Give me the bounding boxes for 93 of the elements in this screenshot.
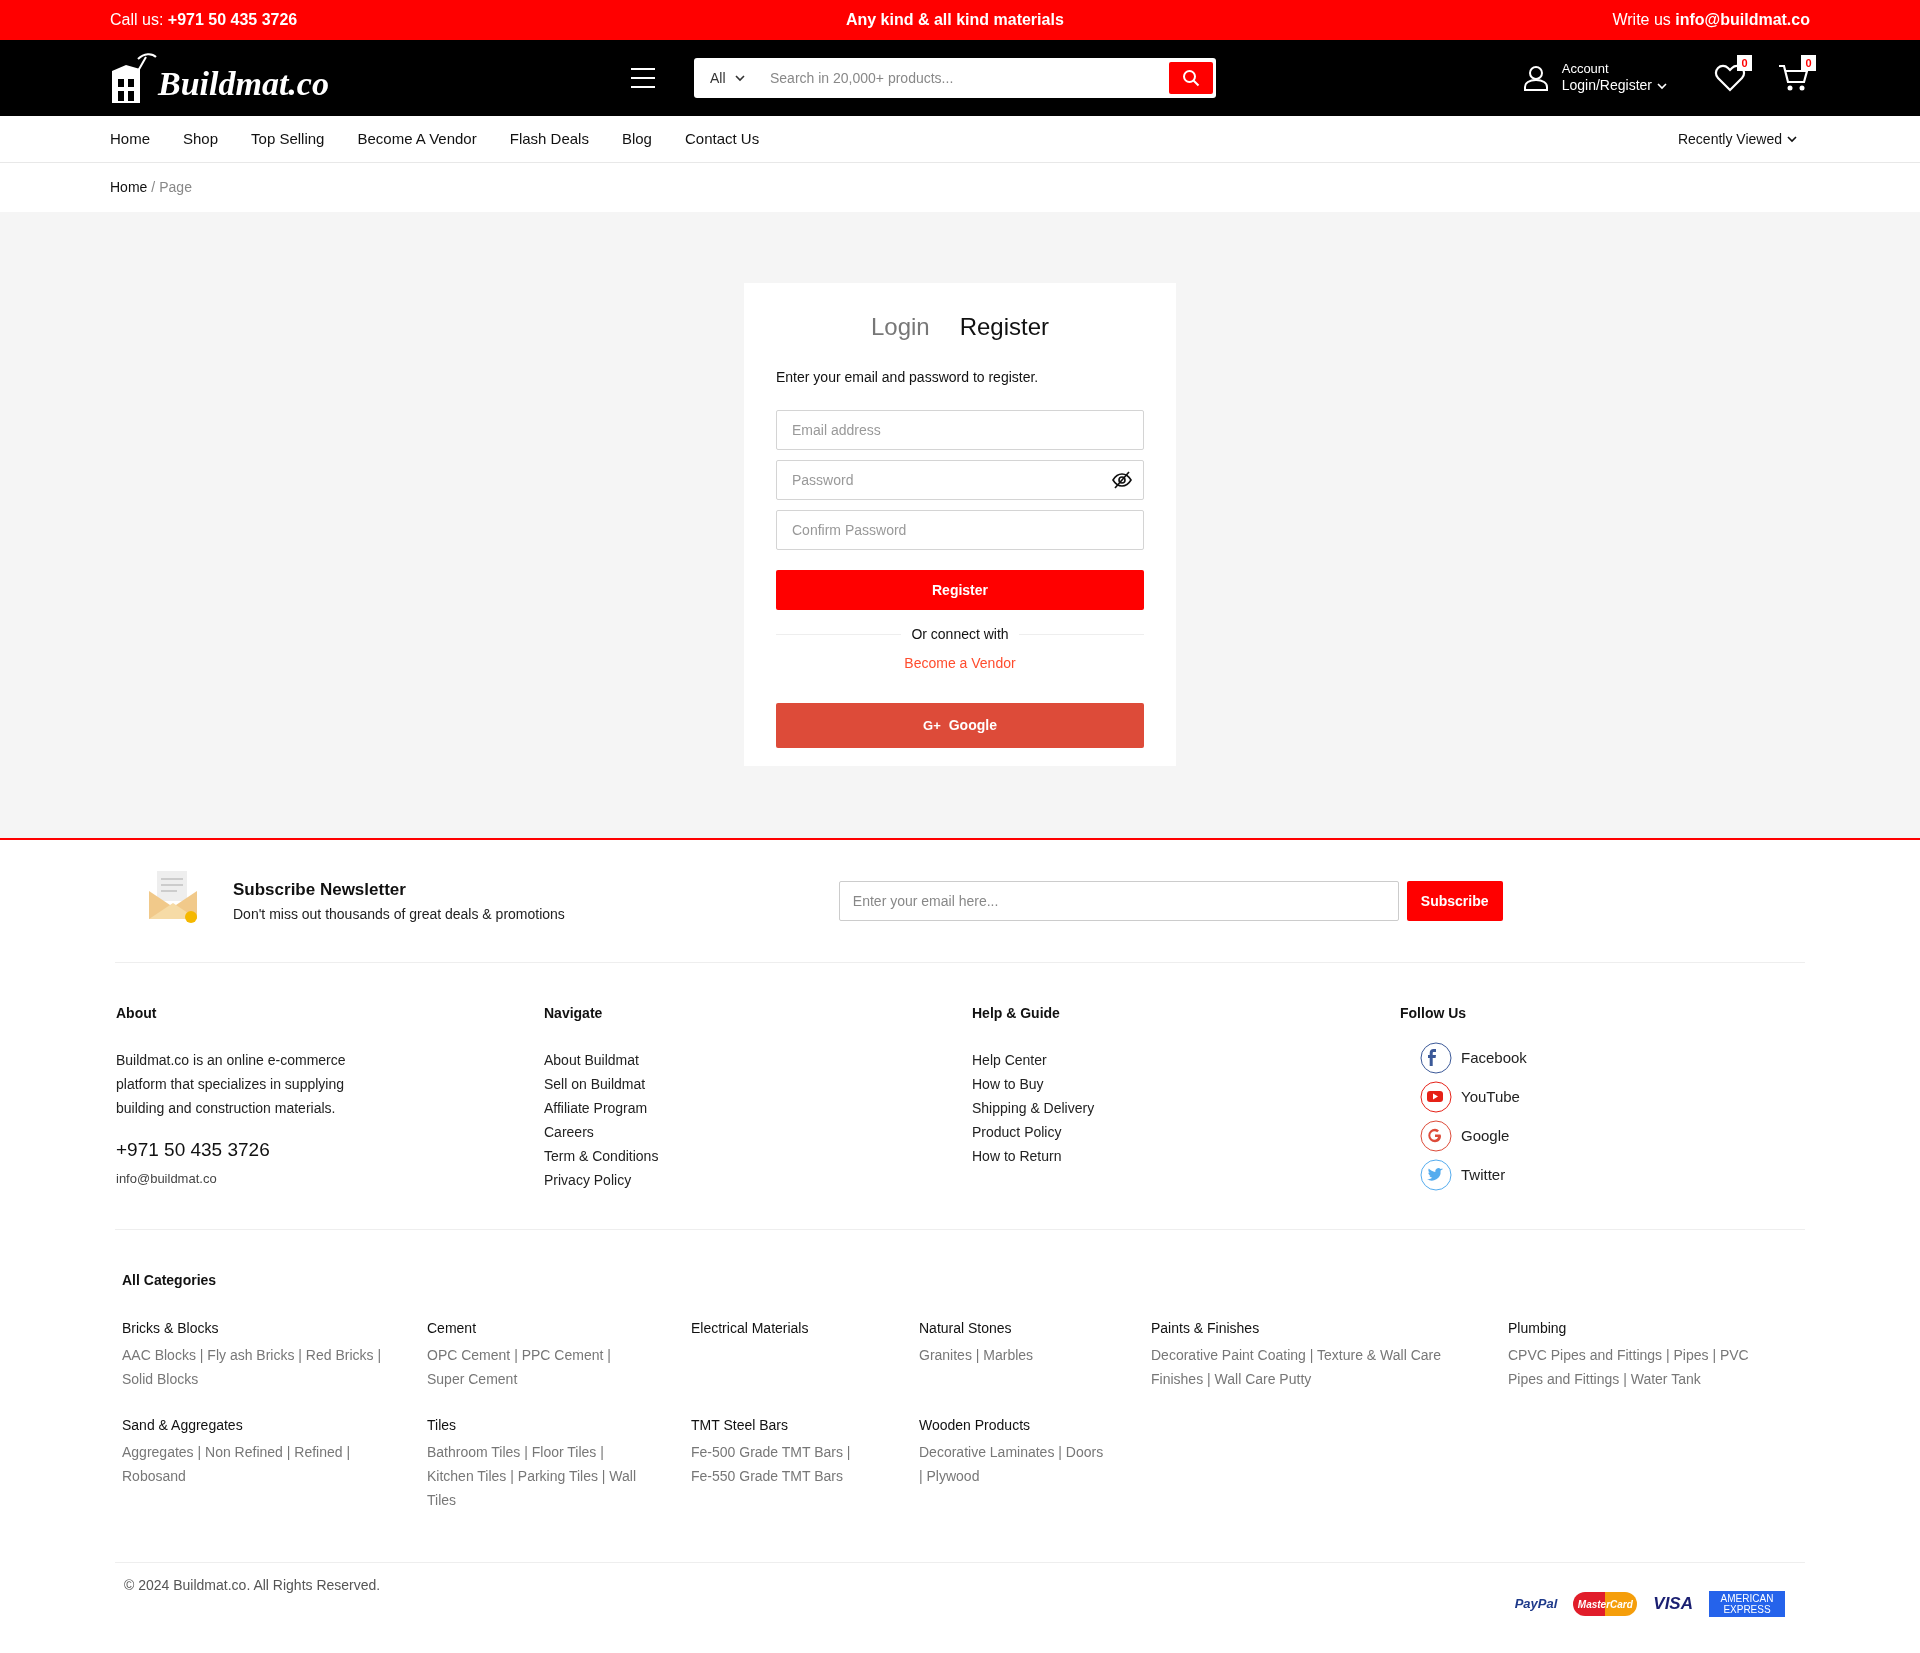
category-title[interactable]: TMT Steel Bars [691, 1415, 875, 1436]
subscribe-button[interactable]: Subscribe [1406, 881, 1503, 921]
user-icon [1521, 64, 1550, 92]
auth-tab[interactable]: Login [870, 309, 930, 345]
logo-icon [110, 51, 158, 105]
footer-link[interactable]: Privacy Policy [544, 1168, 632, 1192]
category-title[interactable]: Natural Stones [919, 1318, 1107, 1339]
category-title[interactable]: Wooden Products [919, 1415, 1107, 1436]
footer-link[interactable]: How to Buy [972, 1072, 1044, 1096]
column-heading: Follow Us [1400, 1004, 1468, 1023]
copyright-text: © 2024 Buildmat.co. All Rights Reserved. [124, 1576, 381, 1595]
footer-link[interactable]: Product Policy [972, 1120, 1062, 1144]
category-title[interactable]: Electrical Materials [691, 1318, 875, 1339]
search-icon [1182, 69, 1200, 87]
newsletter-email-field[interactable]: Enter your email here... [838, 881, 1399, 921]
youtube-icon[interactable] [1420, 1081, 1452, 1113]
phone-text: Call us: +971 50 435 3726 [110, 10, 298, 30]
footer-link[interactable]: About Buildmat [544, 1048, 639, 1072]
category-links[interactable]: OPC Cement | PPC Cement | Super Cement [427, 1343, 647, 1391]
social-link[interactable]: Facebook [1461, 1046, 1527, 1070]
social-link[interactable]: Twitter [1461, 1163, 1506, 1187]
google-button[interactable]: G+ Google [776, 703, 1144, 748]
cart-count-badge: 0 [1801, 55, 1816, 71]
password-field[interactable]: Password [776, 460, 1144, 500]
categories-heading: All Categories [122, 1271, 218, 1290]
category-links[interactable]: Aggregates | Non Refined | Refined | Robosand [122, 1440, 383, 1488]
social-link[interactable]: YouTube [1461, 1085, 1520, 1109]
footer-link[interactable]: Help Center [972, 1048, 1047, 1072]
login-register-link[interactable]: Login/Register [1561, 77, 1668, 95]
nav-link[interactable]: Contact Us [684, 127, 760, 151]
breadcrumb-separator: / [151, 178, 156, 197]
google-plus-icon: G+ [923, 715, 941, 736]
breadcrumb-link[interactable]: Home [110, 177, 148, 198]
register-button[interactable]: Register [776, 570, 1144, 610]
footer-link[interactable]: Careers [544, 1120, 594, 1144]
nav-link[interactable]: Flash Deals [509, 127, 589, 151]
category-title[interactable]: Cement [427, 1318, 647, 1339]
paypal-logo: PayPal [1514, 1595, 1558, 1614]
category-dropdown[interactable]: All [710, 67, 770, 89]
category-links[interactable]: Bathroom Tiles | Floor Tiles | Kitchen Tiles | Parking Tiles | Wall Tiles [427, 1440, 647, 1512]
wishlist-count-badge: 0 [1737, 55, 1752, 71]
category-title[interactable]: Sand & Aggregates [122, 1415, 383, 1436]
input-field[interactable]: Confirm Password [776, 510, 1144, 550]
footer-link[interactable]: Affiliate Program [544, 1096, 648, 1120]
about-text: Buildmat.co is an online e-commerce platform that specializes in supplying building and construction materials. [116, 1051, 347, 1118]
breadcrumb-current: Page [159, 178, 192, 197]
eye-slash-icon[interactable] [1112, 471, 1132, 489]
search-field[interactable]: All Search in 20,000+ products... [694, 58, 1216, 98]
category-links[interactable]: Granites | Marbles [919, 1343, 1107, 1367]
footer-phone: +971 50 435 3726 [116, 1138, 271, 1162]
category-links[interactable]: Decorative Laminates | Doors | Plywood [919, 1440, 1107, 1488]
newsletter-title: Subscribe Newsletter [233, 878, 407, 901]
footer-link[interactable]: Term & Conditions [544, 1144, 659, 1168]
column-heading: Navigate [544, 1004, 604, 1023]
social-link[interactable]: Google [1461, 1124, 1510, 1148]
category-title[interactable]: Tiles [427, 1415, 647, 1436]
amex-logo: AMERICAN EXPRESS [1709, 1591, 1785, 1617]
category-title[interactable]: Bricks & Blocks [122, 1318, 383, 1339]
tagline-text: Any kind & all kind materials [845, 10, 1064, 30]
nav-link[interactable]: Top Selling [251, 127, 325, 151]
category-links[interactable]: CPVC Pipes and Fittings | Pipes | PVC Pipes and Fittings | Water Tank [1508, 1343, 1761, 1391]
input-field[interactable]: Email address [776, 410, 1144, 450]
nav-link[interactable]: Blog [621, 127, 652, 151]
recently-viewed-dropdown[interactable]: Recently Viewed [1677, 128, 1798, 150]
category-links[interactable]: Decorative Paint Coating | Texture & Wall Care Finishes | Wall Care Putty [1151, 1343, 1464, 1391]
column-heading: About [116, 1004, 158, 1023]
facebook-icon[interactable] [1420, 1042, 1452, 1074]
intro-text: Enter your email and password to register. [776, 368, 1040, 387]
logo-text: Buildmat.co [158, 67, 329, 101]
caret-icon [733, 72, 746, 84]
column-heading: Help & Guide [972, 1004, 1061, 1023]
menu-icon[interactable] [630, 67, 656, 89]
mastercard-logo: MasterCard [1573, 1592, 1638, 1616]
nav-link[interactable]: Become A Vendor [357, 127, 477, 151]
visa-logo: VISA [1653, 1593, 1693, 1616]
divider-text: Or connect with [911, 625, 1009, 644]
auth-tab[interactable]: Register [959, 309, 1050, 345]
nav-link[interactable]: Home [110, 127, 150, 151]
footer-email: info@buildmat.co [116, 1169, 218, 1188]
email-text: Write us info@buildmat.co [1612, 10, 1810, 30]
search-button[interactable] [1169, 62, 1213, 94]
google-icon[interactable] [1420, 1120, 1452, 1152]
category-links[interactable]: Fe-500 Grade TMT Bars | Fe-550 Grade TMT Bars [691, 1440, 875, 1488]
category-title[interactable]: Paints & Finishes [1151, 1318, 1464, 1339]
newsletter-subtitle: Don't miss out thousands of great deals & promotions [233, 905, 565, 925]
footer-link[interactable]: How to Return [972, 1144, 1062, 1168]
nav-link[interactable]: Shop [183, 127, 219, 151]
category-title[interactable]: Plumbing [1508, 1318, 1761, 1339]
caret-icon [1786, 133, 1798, 145]
footer-link[interactable]: Sell on Buildmat [544, 1072, 646, 1096]
account-label: Account [1561, 61, 1610, 78]
category-links[interactable]: AAC Blocks | Fly ash Bricks | Red Bricks | Solid Blocks [122, 1343, 383, 1391]
footer-link[interactable]: Shipping & Delivery [972, 1096, 1095, 1120]
